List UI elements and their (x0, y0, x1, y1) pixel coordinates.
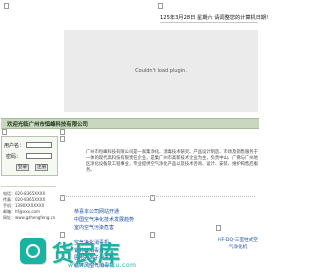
news-link[interactable]: 中国空气净化技术发展趋势 (74, 216, 134, 224)
news-list: 恭喜本公司网站开通 中国空气净化技术发展趋势 室内空气污染危害 (74, 208, 134, 232)
login-panel: 用户名： 密码： 登录 注册 (1, 136, 58, 176)
company-title-bar: 欢迎光临广州市恒峰科技有限公司 (1, 118, 259, 129)
broken-image-icon (150, 232, 155, 238)
plugin-error-message: Couldn't load plugin. (135, 68, 187, 74)
company-name: 欢迎光临广州市恒峰科技有限公司 (7, 122, 88, 128)
watermark-logo-icon (20, 238, 46, 264)
watermark-logo-ring (26, 244, 40, 258)
news-link[interactable]: 室内空气污染危害 (74, 224, 134, 232)
section-divider (60, 196, 255, 197)
date-divider (160, 22, 258, 23)
broken-image-icon (60, 129, 65, 135)
username-label: 用户名： (4, 143, 25, 149)
password-label: 密码： (6, 154, 22, 160)
broken-image-icon (216, 225, 221, 231)
contact-info: 电话：020-8365XXXX 传真：020-8365XXXX 手机：1390X… (1, 186, 56, 227)
flash-banner: Couldn't load plugin. (64, 30, 258, 112)
news-link[interactable]: 恭喜本公司网站开通 (74, 208, 134, 216)
date-display: 125年3月28日 星期六 请调整您的计算机日期! (160, 15, 269, 21)
company-intro-text: 广州市恒峰科技有限公司是一家集净化、消毒技术研究、产品设计制造、市场及销售服务于… (86, 150, 258, 174)
broken-image-icon (2, 129, 7, 135)
contact-link[interactable]: 网址：www.gzhengfeng.cn (3, 215, 55, 221)
featured-product-caption[interactable]: HF-DQ-三室柱式空气净化机 (218, 238, 258, 251)
password-input[interactable] (26, 153, 52, 159)
register-button[interactable]: 注册 (35, 164, 48, 171)
login-button[interactable]: 登录 (16, 164, 29, 171)
watermark-url: www.huominku.com (68, 262, 137, 269)
broken-image-icon (158, 3, 163, 9)
broken-image-icon (60, 136, 65, 142)
username-input[interactable] (26, 142, 52, 148)
broken-image-icon (4, 3, 9, 9)
